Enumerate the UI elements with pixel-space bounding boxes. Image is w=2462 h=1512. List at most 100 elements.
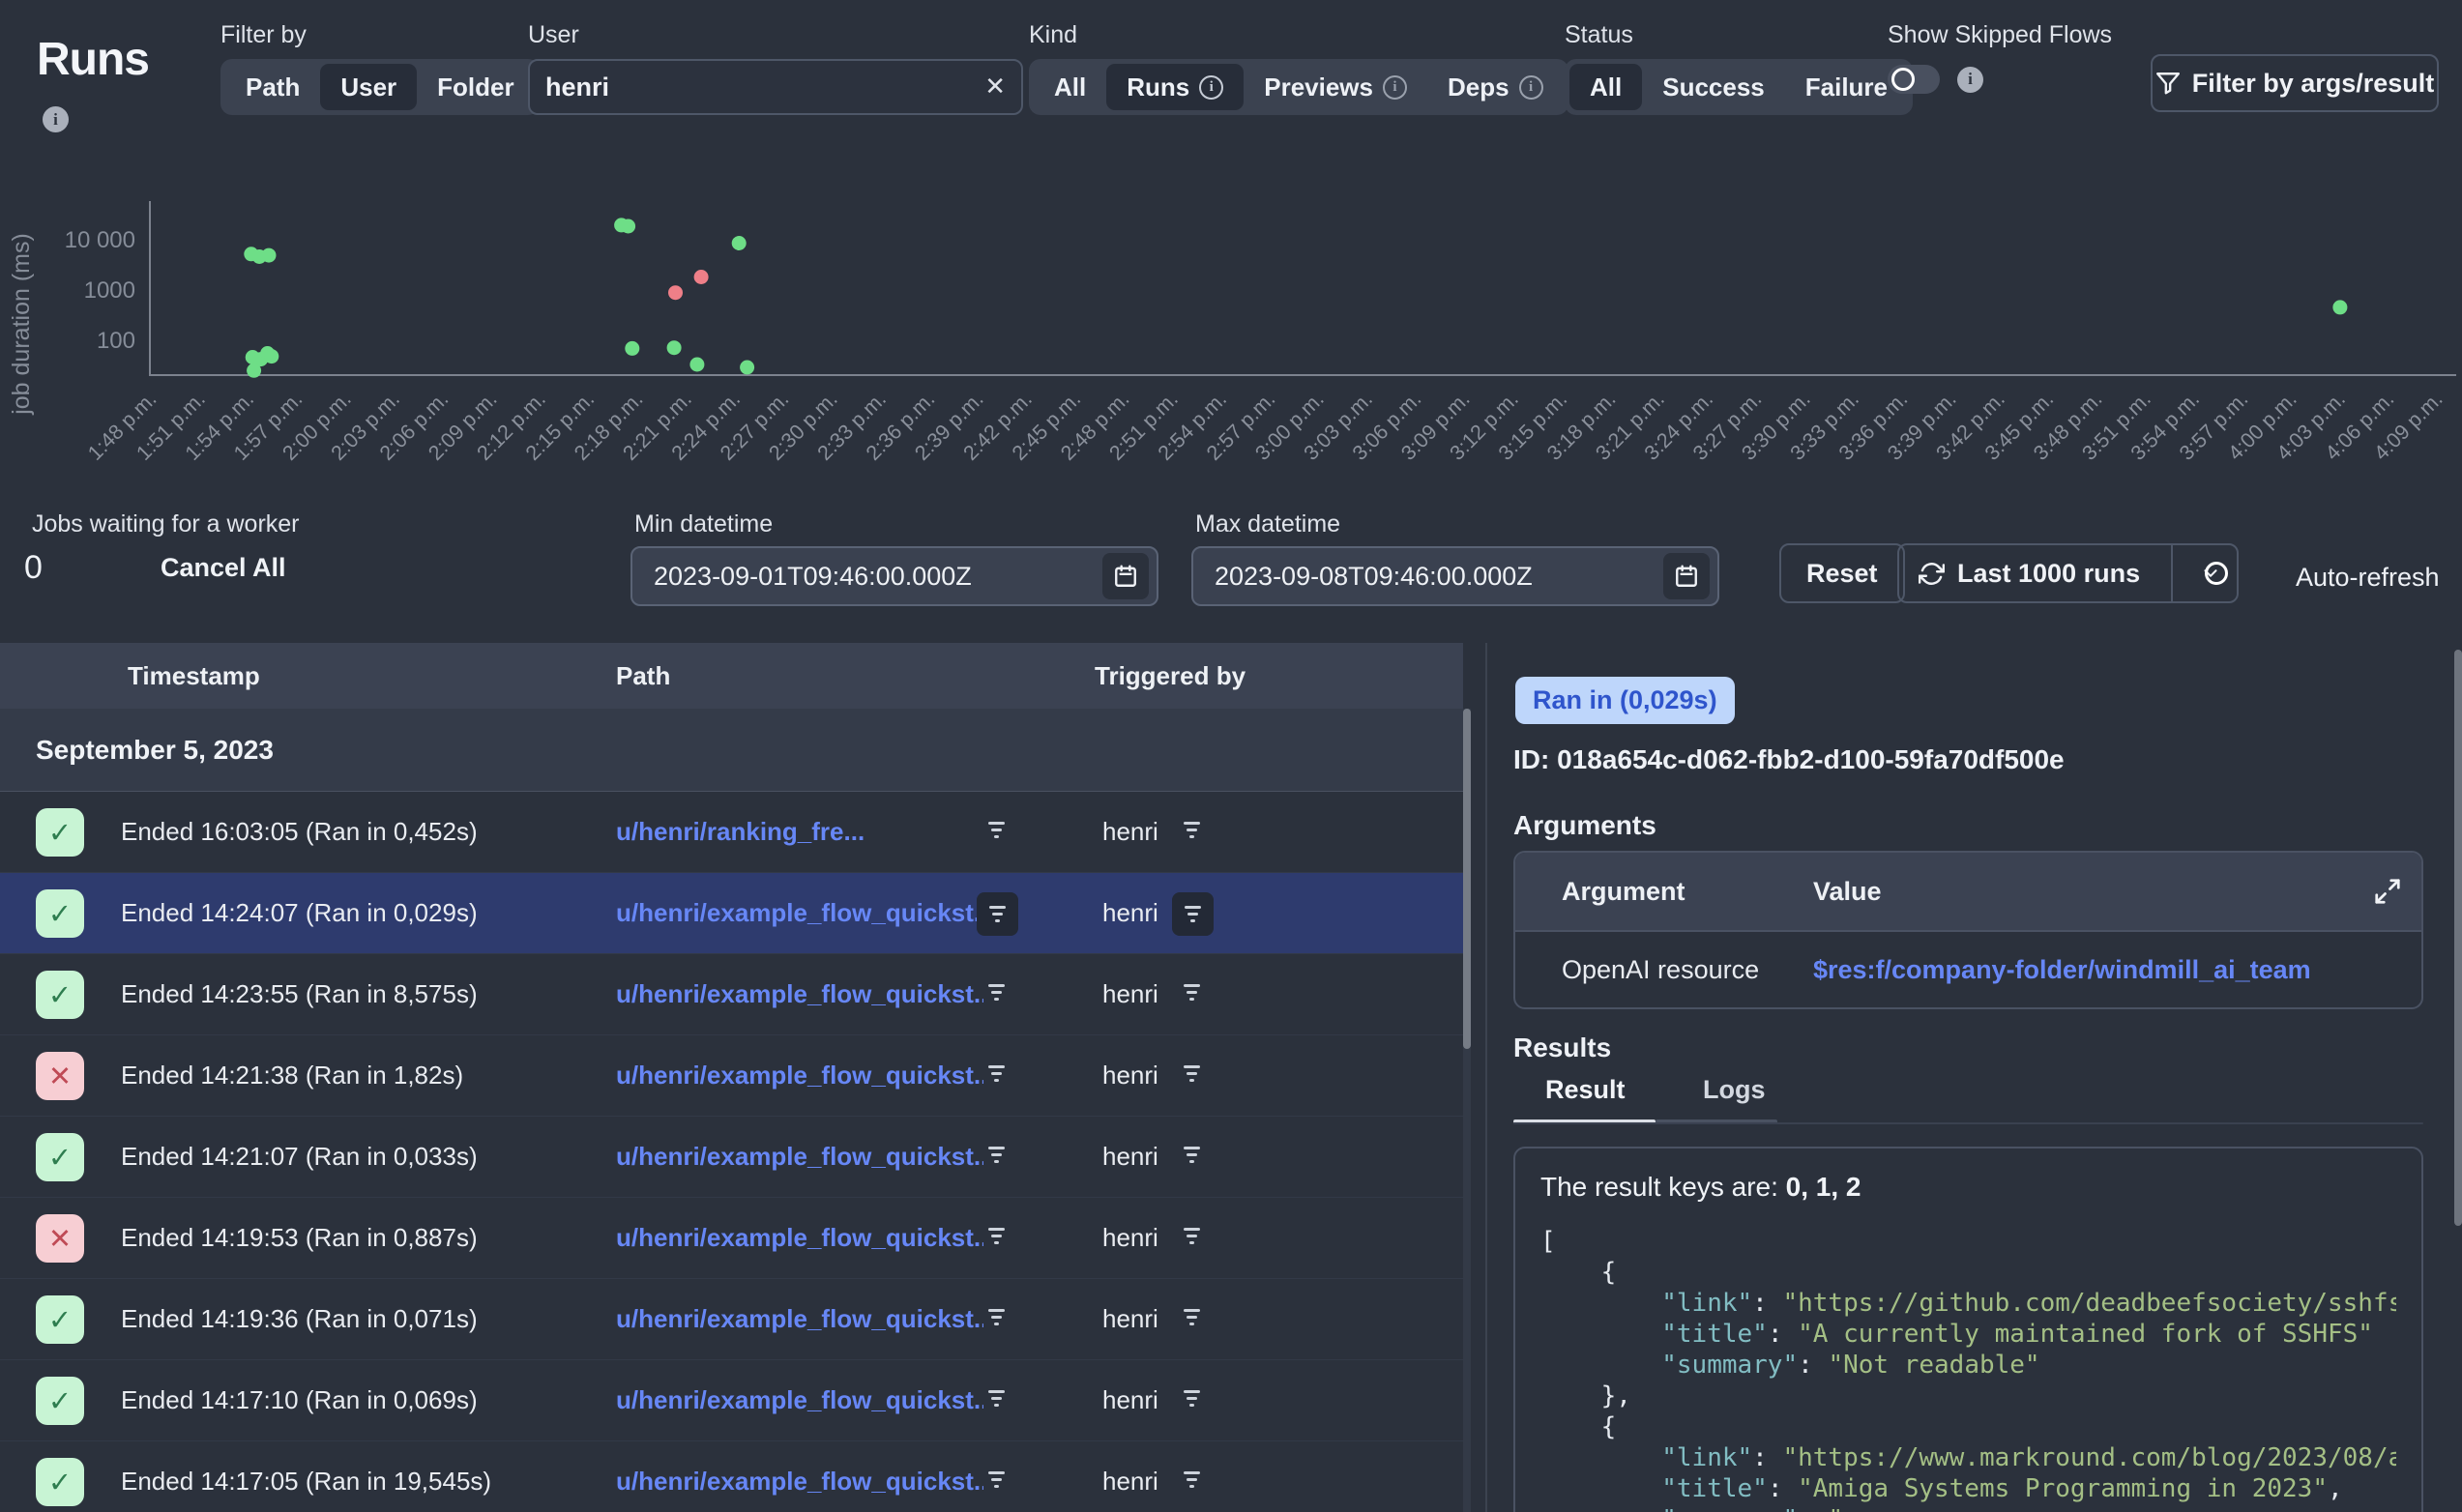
run-point-success[interactable] [667, 340, 682, 355]
status-icon: ✕ [36, 1052, 84, 1100]
max-datetime-label: Max datetime [1195, 510, 1719, 538]
funnel-icon [2155, 71, 2181, 96]
filter-by-user-icon[interactable] [1184, 984, 1200, 1001]
table-row[interactable]: ✕ Ended 14:19:53 (Ran in 0,887s) u/henri… [0, 1198, 1463, 1279]
filter-by-folder[interactable]: Folder [417, 64, 534, 110]
kind-runs-info-icon[interactable]: i [1199, 75, 1223, 100]
table-row[interactable]: ✓ Ended 14:17:05 (Ran in 19,545s) u/henr… [0, 1441, 1463, 1512]
run-point-success[interactable] [625, 341, 639, 356]
kind-deps[interactable]: Depsi [1427, 64, 1564, 110]
argument-name: OpenAI resource [1562, 955, 1759, 985]
run-triggered-by: henri [1102, 1142, 1158, 1172]
filter-by-user-icon[interactable] [1184, 1309, 1200, 1325]
kind-deps-info-icon[interactable]: i [1519, 75, 1543, 100]
run-path-link[interactable]: u/henri/example_flow_quickst... [616, 1304, 983, 1334]
max-datetime-input[interactable]: 2023-09-08T09:46:00.000Z [1191, 546, 1719, 606]
run-path-link[interactable]: u/henri/example_flow_quickst... [616, 1467, 983, 1497]
min-calendar-button[interactable] [1102, 553, 1149, 599]
expand-arguments-button[interactable] [2373, 877, 2402, 913]
table-row[interactable]: ✓ Ended 14:23:55 (Ran in 8,575s) u/henri… [0, 954, 1463, 1035]
run-point-failure[interactable] [694, 270, 709, 284]
last-runs-button[interactable]: Last 1000 runs [1899, 545, 2159, 601]
run-timestamp: Ended 14:17:05 (Ran in 19,545s) [121, 1467, 491, 1497]
table-row[interactable]: ✓ Ended 14:17:10 (Ran in 0,069s) u/henri… [0, 1360, 1463, 1441]
run-path-link[interactable]: u/henri/example_flow_quickst... [616, 979, 983, 1009]
filter-by-user-icon[interactable] [1184, 822, 1200, 838]
table-header: Timestamp Path Triggered by [0, 643, 1463, 709]
run-path-link[interactable]: u/henri/ranking_fre... [616, 817, 865, 847]
status-success[interactable]: Success [1642, 64, 1785, 110]
run-point-success[interactable] [264, 349, 278, 363]
table-scrollbar-thumb[interactable] [1463, 709, 1471, 1049]
refresh-icon [1919, 561, 1945, 587]
max-calendar-button[interactable] [1663, 553, 1710, 599]
run-triggered-by: henri [1102, 1385, 1158, 1415]
kind-previews-info-icon[interactable]: i [1383, 75, 1407, 100]
date-group-row: September 5, 2023 [0, 709, 1463, 792]
filter-by-path-icon[interactable] [988, 1471, 1005, 1488]
table-row[interactable]: ✓ Ended 16:03:05 (Ran in 0,452s) u/henri… [0, 792, 1463, 873]
min-datetime-input[interactable]: 2023-09-01T09:46:00.000Z [630, 546, 1158, 606]
table-row[interactable]: ✓ Ended 14:24:07 (Ran in 0,029s) u/henri… [0, 873, 1463, 954]
run-path-link[interactable]: u/henri/example_flow_quickst... [616, 1385, 983, 1415]
filter-by-user-icon[interactable] [1184, 1390, 1200, 1407]
filter-by-user-icon[interactable] [1184, 1065, 1200, 1082]
cancel-all-button[interactable]: Cancel All [161, 553, 286, 583]
filter-by-user-icon[interactable] [1172, 892, 1214, 936]
run-point-success[interactable] [262, 248, 277, 263]
run-point-success[interactable] [689, 358, 704, 372]
table-row[interactable]: ✓ Ended 14:19:36 (Ran in 0,071s) u/henri… [0, 1279, 1463, 1360]
panel-scrollbar-thumb[interactable] [2454, 650, 2462, 1226]
filter-args-button[interactable]: Filter by args/result [2151, 54, 2439, 112]
tab-result[interactable]: Result [1545, 1075, 1626, 1105]
filter-by-user-icon[interactable] [1184, 1228, 1200, 1244]
expand-icon [2373, 877, 2402, 906]
filter-by-path-icon[interactable] [988, 1147, 1005, 1163]
col-triggered-by: Triggered by [1095, 661, 1246, 691]
user-input[interactable] [545, 73, 984, 102]
run-triggered-by: henri [1102, 1223, 1158, 1253]
kind-all[interactable]: All [1034, 64, 1106, 110]
run-path-link[interactable]: u/henri/example_flow_quickst... [616, 1061, 983, 1090]
show-skipped-info-icon[interactable]: i [1957, 67, 1983, 93]
filter-by-path-icon[interactable] [988, 822, 1005, 838]
reset-button[interactable]: Reset [1779, 543, 1905, 603]
run-path-link[interactable]: u/henri/example_flow_quickst... [616, 1142, 983, 1172]
filter-by-path-icon[interactable] [988, 984, 1005, 1001]
tab-logs[interactable]: Logs [1703, 1075, 1766, 1105]
run-path-link[interactable]: u/henri/example_flow_quickst... [616, 1223, 983, 1253]
status-all[interactable]: All [1569, 64, 1642, 110]
run-point-success[interactable] [621, 219, 635, 234]
kind-previews[interactable]: Previewsi [1244, 64, 1427, 110]
filter-by-path[interactable]: Path [225, 64, 320, 110]
table-row[interactable]: ✓ Ended 14:21:07 (Ran in 0,033s) u/henri… [0, 1117, 1463, 1198]
col-argument: Argument [1562, 877, 1685, 907]
runs-info-icon[interactable]: i [43, 106, 69, 132]
filter-by-user-icon[interactable] [1184, 1471, 1200, 1488]
clear-user-icon[interactable]: ✕ [984, 73, 1006, 102]
run-id: ID: 018a654c-d062-fbb2-d100-59fa70df500e [1513, 744, 2065, 775]
result-viewer[interactable]: The result keys are: 0, 1, 2 [ { "link":… [1513, 1147, 2423, 1512]
filter-by-user-icon[interactable] [1184, 1147, 1200, 1163]
show-skipped-toggle[interactable] [1888, 65, 1940, 94]
table-row[interactable]: ✕ Ended 14:21:38 (Ran in 1,82s) u/henri/… [0, 1035, 1463, 1117]
status-segmented: All Success Failure [1565, 59, 1913, 115]
filter-by-path-icon[interactable] [988, 1390, 1005, 1407]
status-icon: ✓ [36, 808, 84, 857]
run-point-success[interactable] [740, 361, 754, 375]
runs-table: Timestamp Path Triggered by September 5,… [0, 643, 1463, 1512]
run-point-failure[interactable] [668, 285, 683, 300]
filter-by-user[interactable]: User [320, 64, 417, 110]
filter-by-path-icon[interactable] [988, 1065, 1005, 1082]
filter-by-path-icon[interactable] [988, 1309, 1005, 1325]
run-path-link[interactable]: u/henri/example_flow_quickst... [616, 898, 983, 928]
run-point-success[interactable] [2332, 300, 2347, 314]
run-point-success[interactable] [247, 363, 261, 378]
argument-value-link[interactable]: $res:f/company-folder/windmill_ai_team [1813, 955, 2311, 985]
filter-by-path-icon[interactable] [988, 1228, 1005, 1244]
kind-runs[interactable]: Runsi [1106, 64, 1244, 110]
y-tick-label: 1000 [84, 277, 135, 304]
run-point-success[interactable] [732, 236, 747, 250]
filter-by-path-icon[interactable] [977, 892, 1018, 936]
kind-segmented: All Runsi Previewsi Depsi [1029, 59, 1568, 115]
